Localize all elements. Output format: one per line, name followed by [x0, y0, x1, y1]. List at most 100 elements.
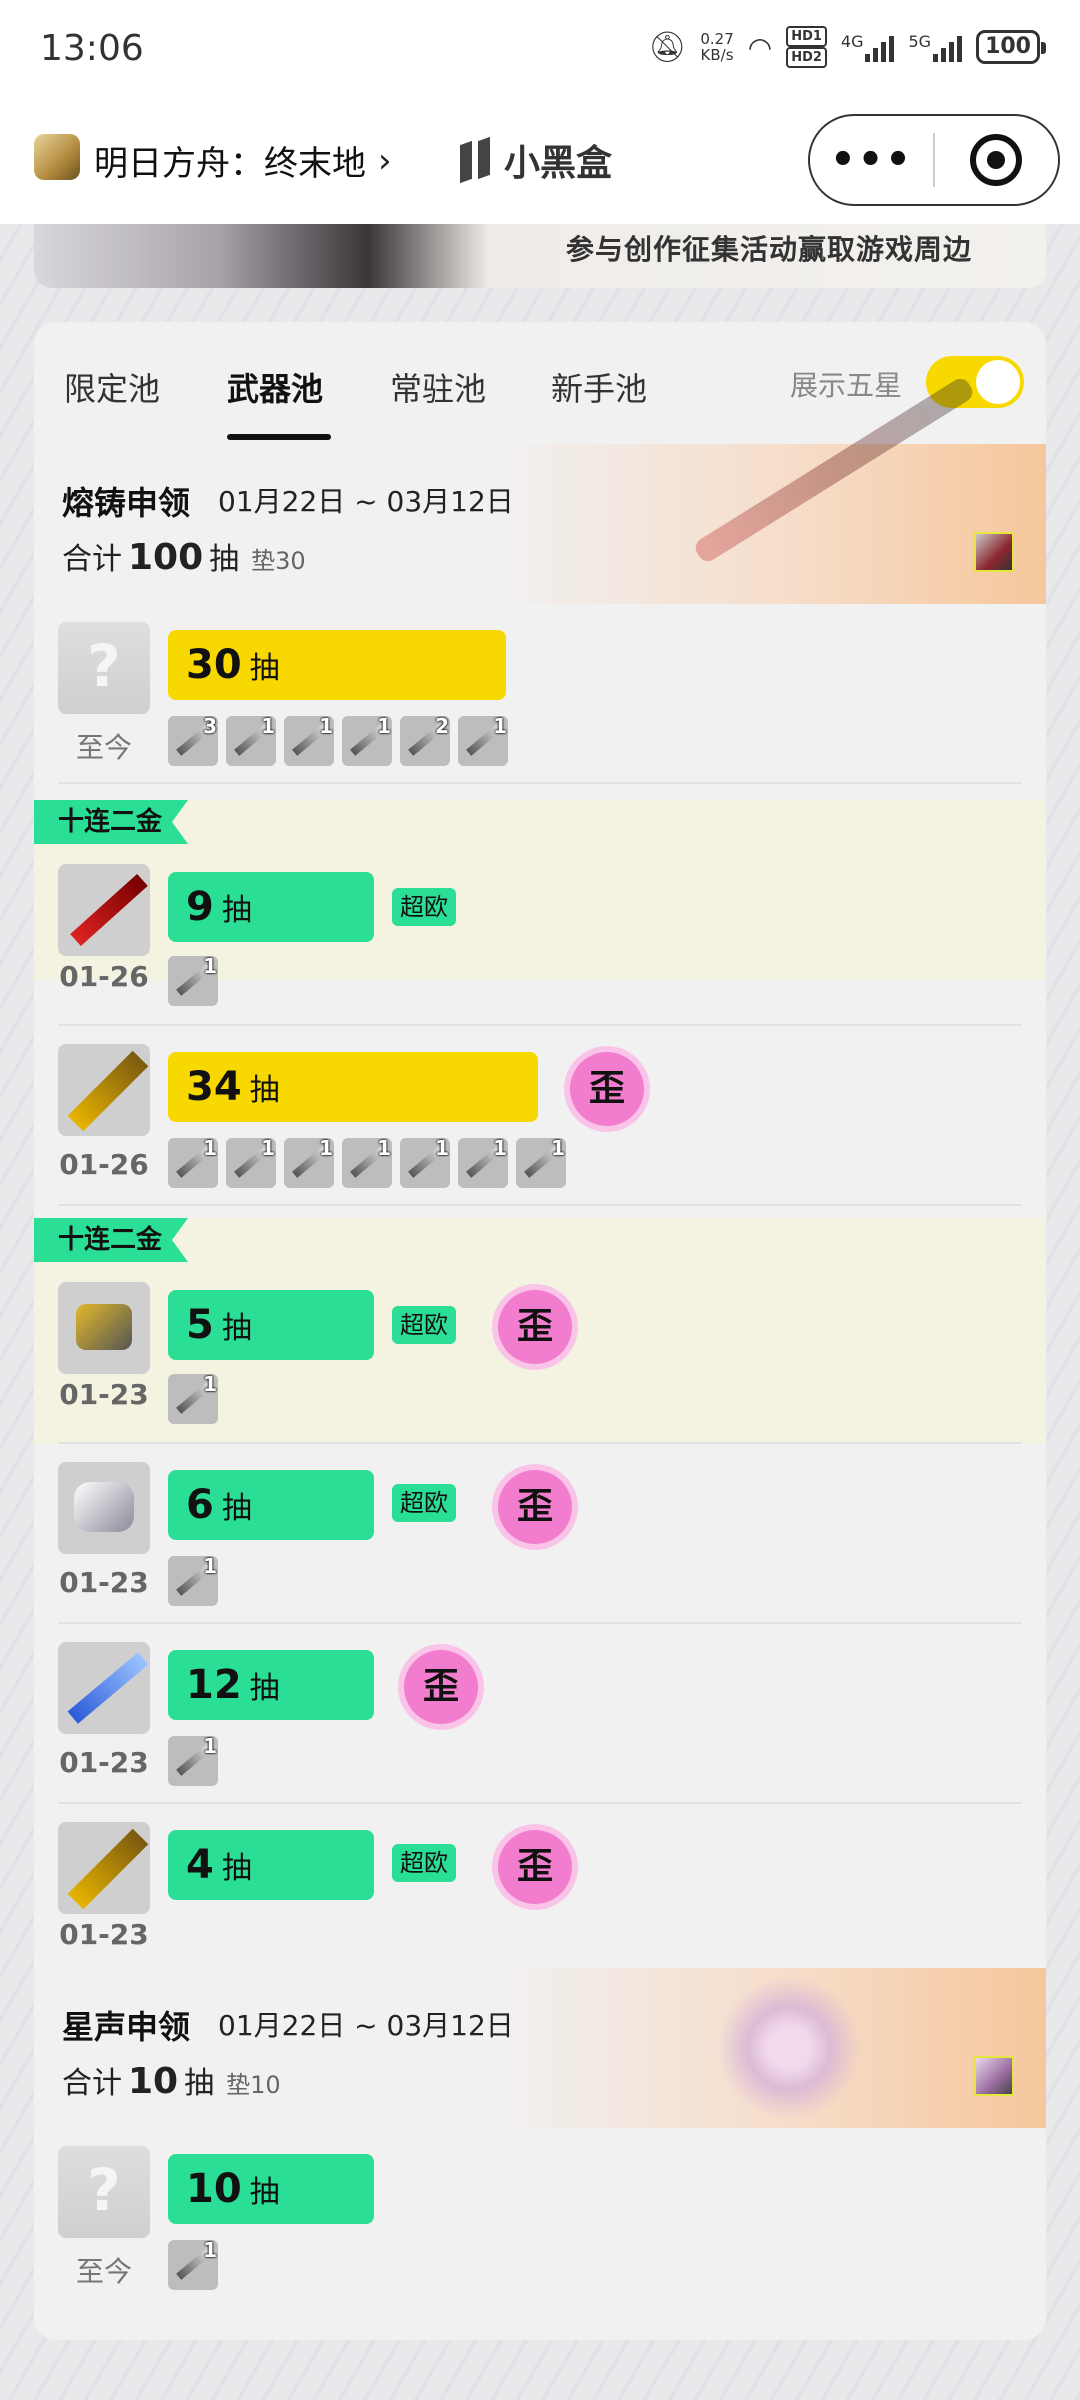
pull-count-bar: 34 抽: [168, 1052, 538, 1122]
off-banner-badge: 歪: [498, 1290, 572, 1364]
pull-count-bar: 9 抽: [168, 872, 374, 942]
record-row[interactable]: 十连二金 01-23 5 抽 超欧 歪 1: [34, 1218, 1046, 1444]
pool-total-suffix: 抽: [184, 2066, 215, 2101]
game-title: 明日方舟：终末地: [94, 144, 366, 184]
pool-name: 熔铸申领: [62, 484, 191, 522]
pool-dates: 01月22日 ~ 03月12日: [218, 485, 514, 518]
row-divider: [58, 782, 1022, 784]
game-title-link[interactable]: 明日方舟：终末地 ›: [94, 136, 392, 185]
weapon-item-icon: 1: [226, 1138, 276, 1188]
record-row[interactable]: 至今 10 抽 1: [34, 2128, 1046, 2308]
pull-count: 5: [186, 1302, 214, 1348]
record-row[interactable]: 01-23 6 抽 超欧 歪 1: [34, 1444, 1046, 1624]
signal-4g: 4G: [841, 32, 895, 62]
net-speed-value: 0.27: [700, 30, 734, 48]
item-count: 1: [203, 2240, 217, 2262]
record-date: 01-23: [59, 1378, 149, 1411]
weapon-item-icon: 1: [226, 716, 276, 766]
weapon-item-icon: 1: [342, 1138, 392, 1188]
record-date: 01-23: [59, 1746, 149, 1779]
tab-beginner[interactable]: 新手池: [551, 364, 647, 410]
weapon-item-icon: 1: [516, 1138, 566, 1188]
close-button[interactable]: [935, 134, 1058, 186]
net-speed: 0.27 KB/s: [700, 31, 733, 63]
pull-unit: 抽: [221, 1311, 252, 1346]
pull-unit: 抽: [249, 1671, 280, 1706]
pull-count-bar: 4 抽: [168, 1830, 374, 1900]
record-row[interactable]: 十连二金 01-26 9 抽 超欧 1: [34, 800, 1046, 1026]
weapon-item-icon: 1: [284, 716, 334, 766]
tab-limited[interactable]: 限定池: [64, 364, 160, 410]
pool-name: 星声申领: [62, 2008, 191, 2046]
tab-weapon[interactable]: 武器池: [227, 364, 323, 410]
pull-count-bar: 30 抽: [168, 630, 506, 700]
super-lucky-badge: 超欧: [392, 888, 456, 926]
weapon-item-icon: 1: [342, 716, 392, 766]
net-speed-unit: KB/s: [700, 46, 734, 64]
weapon-item-icon: 2: [400, 716, 450, 766]
unknown-avatar-icon: [58, 622, 150, 714]
pool-dates: 01月22日 ~ 03月12日: [218, 2009, 514, 2042]
super-lucky-badge: 超欧: [392, 1484, 456, 1522]
pool-total: 合计 100 抽 垫30: [62, 534, 306, 578]
pool-weapon-art: [714, 1978, 864, 2118]
ten-pull-double-gold-ribbon: 十连二金: [34, 800, 188, 844]
item-count: 1: [203, 1556, 217, 1578]
event-banner[interactable]: 参与创作征集活动赢取游戏周边: [34, 224, 1046, 288]
banner-text: 参与创作征集活动赢取游戏周边: [566, 233, 973, 266]
hd-badge-2: HD2: [786, 47, 827, 68]
item-list: 1: [168, 1374, 218, 1424]
weapon-item-icon: 1: [168, 956, 218, 1006]
item-count: 1: [261, 716, 275, 738]
pull-count: 12: [186, 1662, 242, 1708]
item-count: 1: [319, 716, 333, 738]
pull-unit: 抽: [249, 1073, 280, 1108]
item-count: 1: [493, 716, 507, 738]
net-label-5g: 5G: [908, 32, 932, 51]
pool-total-prefix: 合计: [62, 542, 122, 577]
brand-name: 小黑盒: [504, 143, 613, 184]
weapon-avatar: [58, 1462, 150, 1554]
item-count: 1: [203, 956, 217, 978]
item-list: 1: [168, 2240, 218, 2290]
weapon-avatar: [58, 1642, 150, 1734]
record-row[interactable]: 至今 30 抽 3 1 1 1 2 1: [34, 604, 1046, 784]
item-list: 1 1 1 1 1 1 1: [168, 1138, 566, 1188]
weapon-avatar: [58, 1282, 150, 1374]
hd-badge-1: HD1: [786, 26, 827, 47]
record-date: 至今: [75, 731, 132, 764]
brand: 小黑盒: [458, 134, 612, 186]
record-row[interactable]: 01-23 4 抽 超欧 歪: [34, 1804, 1046, 1964]
record-date: 至今: [75, 2255, 132, 2288]
item-count: 1: [377, 1138, 391, 1160]
pull-count: 34: [186, 1064, 242, 1110]
item-count: 1: [377, 716, 391, 738]
xiaoheihe-logo-icon: [458, 137, 496, 183]
game-avatar-icon[interactable]: [34, 134, 80, 180]
row-divider: [58, 1204, 1022, 1206]
record-row[interactable]: 01-23 12 抽 歪 1: [34, 1624, 1046, 1804]
off-banner-badge: 歪: [498, 1830, 572, 1904]
pull-count: 6: [186, 1482, 214, 1528]
tab-standard[interactable]: 常驻池: [390, 364, 486, 410]
item-count: 1: [203, 1736, 217, 1758]
record-row[interactable]: 01-26 34 抽 歪 1 1 1 1 1 1 1: [34, 1026, 1046, 1206]
pull-count-bar: 12 抽: [168, 1650, 374, 1720]
item-count: 1: [493, 1138, 507, 1160]
weapon-avatar: [58, 1822, 150, 1914]
gacha-record-card: 限定池 武器池 常驻池 新手池 展示五星 熔铸申领 01月22日 ~ 03月12…: [34, 322, 1046, 2340]
item-list: 1: [168, 1556, 218, 1606]
pull-unit: 抽: [249, 2175, 280, 2210]
pool-weapon-icon: [974, 532, 1014, 572]
record-date: 01-26: [59, 1148, 149, 1181]
pool-pity: 垫30: [251, 547, 306, 575]
item-count: 1: [551, 1138, 565, 1160]
ten-pull-double-gold-ribbon: 十连二金: [34, 1218, 188, 1262]
pull-count: 30: [186, 642, 242, 688]
record-date: 01-23: [59, 1918, 149, 1951]
weapon-item-icon: 1: [458, 1138, 508, 1188]
item-count: 1: [319, 1138, 333, 1160]
weapon-item-icon: 1: [284, 1138, 334, 1188]
weapon-item-icon: 1: [168, 1736, 218, 1786]
more-button[interactable]: •••: [810, 137, 933, 183]
